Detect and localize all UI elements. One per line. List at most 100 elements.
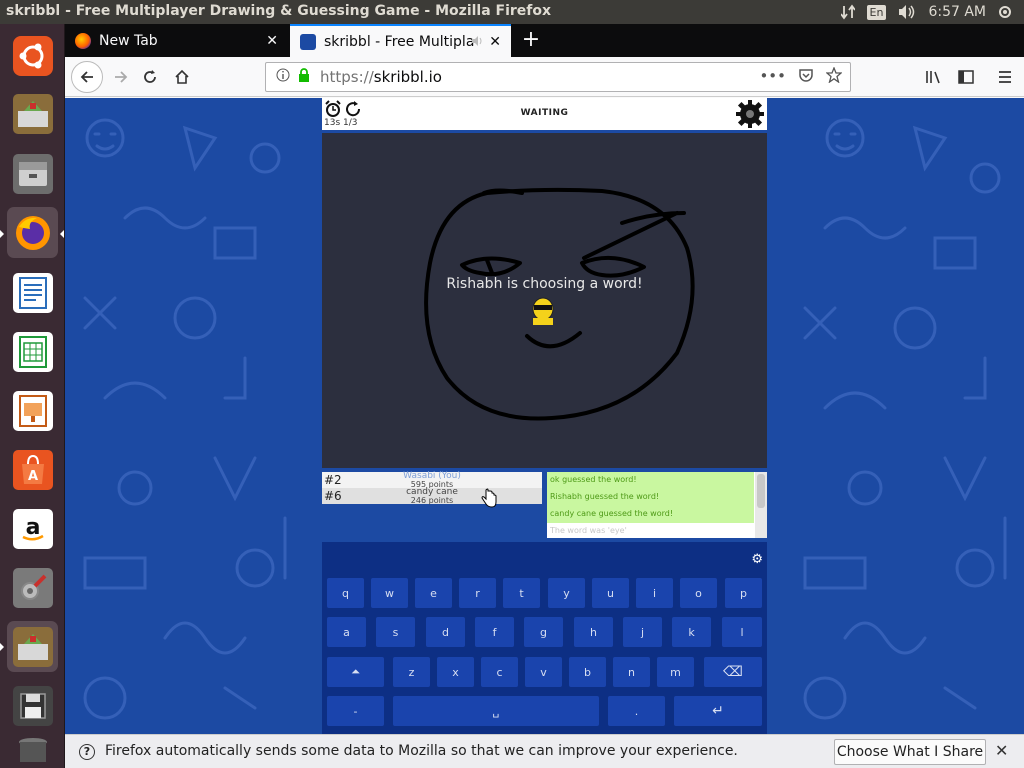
ubuntu-top-panel: skribbl - Free Multiplayer Drawing & Gue…: [0, 0, 1024, 24]
clock[interactable]: 6:57 AM: [928, 4, 986, 20]
notification-message: Firefox automatically sends some data to…: [105, 743, 738, 759]
keyboard-settings-gear-icon[interactable]: ⚙: [751, 552, 763, 567]
chat-log[interactable]: ok guessed the word! Rishabh guessed the…: [547, 472, 767, 538]
unity-launcher: A a: [0, 24, 65, 768]
key-y[interactable]: y: [548, 578, 585, 608]
tab-label: skribbl - Free Multipla: [324, 33, 475, 50]
key-n[interactable]: n: [613, 657, 650, 687]
key-a[interactable]: a: [327, 617, 366, 647]
files-icon[interactable]: [7, 148, 58, 199]
library-button[interactable]: [920, 63, 948, 91]
new-tab-button[interactable]: +: [519, 28, 543, 52]
game-header: 13s 1/3 WAITING: [322, 98, 767, 130]
home-button[interactable]: [168, 63, 196, 91]
key-c[interactable]: c: [481, 657, 518, 687]
key-g[interactable]: g: [524, 617, 563, 647]
firefox-icon[interactable]: [7, 207, 58, 258]
pocket-icon[interactable]: [798, 67, 814, 87]
key-h[interactable]: h: [574, 617, 613, 647]
tab-bar: New Tab ✕ skribbl - Free Multipla ✕ +: [65, 24, 1024, 57]
reload-icon: [144, 70, 156, 83]
system-installer-icon[interactable]: [7, 88, 58, 139]
sidebar-icon: [958, 70, 974, 84]
key-s[interactable]: s: [376, 617, 415, 647]
key-z[interactable]: z: [393, 657, 430, 687]
libreoffice-calc-icon[interactable]: [7, 326, 58, 377]
firefox-tab-icon: [75, 32, 91, 49]
ubuntu-home-icon[interactable]: [7, 30, 58, 81]
power-gear-icon[interactable]: [998, 5, 1012, 19]
menu-button[interactable]: [991, 63, 1019, 91]
close-tab-icon[interactable]: ✕: [489, 34, 501, 50]
web-content: 13s 1/3 WAITING Rishabh is choosing a wo…: [65, 98, 1024, 734]
info-icon[interactable]: [276, 68, 290, 86]
drawing-canvas[interactable]: Rishabh is choosing a word!: [322, 133, 767, 468]
chat-message: ok guessed the word!: [547, 472, 754, 489]
player-row[interactable]: #2 Wasabi (You) 595 points: [322, 471, 542, 489]
amazon-icon[interactable]: a: [7, 503, 58, 554]
home-icon: [175, 69, 189, 84]
key-period[interactable]: .: [608, 696, 665, 726]
back-button[interactable]: [71, 61, 103, 93]
key-p[interactable]: p: [725, 578, 762, 608]
page-actions-menu[interactable]: •••: [759, 67, 786, 87]
libreoffice-writer-icon[interactable]: [7, 267, 58, 318]
key-backspace[interactable]: ⌫: [704, 657, 762, 687]
chat-scrollbar-thumb[interactable]: [757, 474, 765, 508]
save-floppy-icon[interactable]: [7, 680, 58, 731]
notification-bar: ? Firefox automatically sends some data …: [65, 734, 1024, 768]
key-space[interactable]: ␣: [393, 696, 599, 726]
key-k[interactable]: k: [672, 617, 711, 647]
navigation-toolbar: https:// skribbl.io •••: [65, 57, 1024, 97]
tab-new-tab[interactable]: New Tab ✕: [65, 24, 288, 57]
back-arrow-icon: [80, 71, 93, 83]
audio-playing-icon[interactable]: [471, 35, 485, 50]
chat-scrollbar[interactable]: [755, 472, 767, 538]
key-j[interactable]: j: [623, 617, 662, 647]
key-enter[interactable]: ↵: [674, 696, 762, 726]
tab-skribbl[interactable]: skribbl - Free Multipla ✕: [290, 24, 511, 57]
firefox-window: New Tab ✕ skribbl - Free Multipla ✕ + ht…: [65, 24, 1024, 768]
key-dash[interactable]: -: [327, 696, 384, 726]
key-l[interactable]: l: [722, 617, 762, 647]
key-b[interactable]: b: [569, 657, 606, 687]
sidebar-button[interactable]: [952, 63, 980, 91]
active-app-indicator-left: [0, 230, 4, 238]
skribbl-tab-icon: [300, 33, 316, 50]
key-w[interactable]: w: [371, 578, 408, 608]
key-shift[interactable]: ⏶: [327, 657, 384, 687]
key-i[interactable]: i: [636, 578, 673, 608]
key-v[interactable]: v: [525, 657, 562, 687]
key-d[interactable]: d: [426, 617, 465, 647]
key-f[interactable]: f: [475, 617, 514, 647]
keyboard-layout-indicator[interactable]: En: [866, 4, 887, 20]
onscreen-keyboard: ⚙ q w e r t y u i o p a s d f g h j k l …: [322, 542, 767, 734]
close-notification-icon[interactable]: ✕: [995, 741, 1008, 760]
close-tab-icon[interactable]: ✕: [266, 33, 278, 49]
network-icon[interactable]: [840, 4, 855, 20]
key-o[interactable]: o: [680, 578, 717, 608]
bookmark-star-icon[interactable]: [825, 66, 843, 87]
url-bar[interactable]: https:// skribbl.io •••: [265, 62, 851, 92]
key-q[interactable]: q: [327, 578, 364, 608]
secure-lock-icon[interactable]: [298, 68, 310, 86]
key-m[interactable]: m: [657, 657, 694, 687]
player-row[interactable]: #6 candy cane 246 points: [322, 487, 542, 505]
hand-cursor-icon: [480, 488, 498, 512]
trash-icon[interactable]: [7, 730, 58, 768]
choose-what-i-share-button[interactable]: Choose What I Share: [834, 739, 986, 765]
settings-gear-icon[interactable]: [735, 99, 765, 133]
system-installer-2-icon[interactable]: [7, 621, 58, 672]
player-list: #2 Wasabi (You) 595 points #6 candy cane…: [322, 471, 542, 508]
ubuntu-software-icon[interactable]: A: [7, 444, 58, 495]
volume-icon[interactable]: [898, 4, 916, 20]
key-r[interactable]: r: [459, 578, 496, 608]
key-t[interactable]: t: [503, 578, 540, 608]
libreoffice-impress-icon[interactable]: [7, 385, 58, 436]
forward-button[interactable]: [107, 63, 135, 91]
system-settings-icon[interactable]: [7, 562, 58, 613]
key-x[interactable]: x: [437, 657, 474, 687]
key-u[interactable]: u: [592, 578, 629, 608]
key-e[interactable]: e: [415, 578, 452, 608]
reload-button[interactable]: [136, 63, 164, 91]
